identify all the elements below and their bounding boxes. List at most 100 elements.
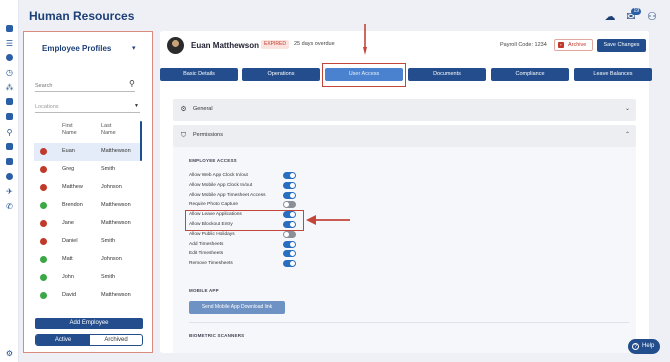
org-chart-icon[interactable]: ⁂ xyxy=(5,83,14,92)
plane-icon[interactable]: ✈ xyxy=(5,187,14,196)
permission-row: Add Timesheets xyxy=(189,240,299,250)
status-dot xyxy=(40,202,47,209)
permission-label: Allow Web App Clock In/out xyxy=(189,173,248,178)
cloud-icon[interactable]: ☁ xyxy=(604,11,616,23)
permission-label: Allow Mobile App Clock In/out xyxy=(189,182,253,188)
employee-access-heading: EMPLOYEE ACCESS xyxy=(189,158,237,163)
employee-row[interactable]: David Matthewson xyxy=(34,287,142,305)
calendar-icon[interactable] xyxy=(6,113,13,120)
dollar-icon[interactable] xyxy=(6,173,13,180)
toggle-archived[interactable]: Archived xyxy=(90,335,142,345)
header-actions: ☁ ✉ 19 ⚇ xyxy=(604,7,658,24)
permission-toggle[interactable] xyxy=(283,260,296,268)
tab-leave-balances[interactable]: Leave Balances xyxy=(574,68,652,81)
gear-icon[interactable]: ⚙ xyxy=(5,349,14,358)
employee-row[interactable]: Euan Matthewson xyxy=(34,143,142,161)
user-menu-icon[interactable]: ⚇ xyxy=(646,11,658,23)
people-icon[interactable] xyxy=(6,54,13,61)
document-icon[interactable] xyxy=(6,98,13,105)
employee-first-name: Daniel xyxy=(62,238,78,244)
archive-icon: ▪ xyxy=(558,42,564,48)
employee-row[interactable]: Daniel Smith xyxy=(34,233,142,251)
employee-first-name: Matt xyxy=(62,256,73,262)
section-general[interactable]: ⚙ General ⌄ xyxy=(173,99,636,121)
scrollbar[interactable] xyxy=(140,121,142,161)
permission-label: Allow Public Holidays xyxy=(189,231,235,237)
toggle-active[interactable]: Active xyxy=(36,335,90,345)
location-pin-icon[interactable]: ⚲ xyxy=(5,128,14,137)
chevron-down-icon[interactable]: ▾ xyxy=(132,44,136,52)
search-icon[interactable]: ⚲ xyxy=(129,79,135,88)
employee-panel-title[interactable]: Employee Profiles xyxy=(42,44,111,53)
notification-badge: 19 xyxy=(631,7,641,15)
permission-row: Remove Timesheets xyxy=(189,260,299,269)
mail-icon[interactable]: ✉ 19 xyxy=(625,7,641,23)
employee-row[interactable]: Brendon Matthewson xyxy=(34,197,142,215)
permission-toggle[interactable] xyxy=(283,172,296,179)
employee-row[interactable]: Matt Johnson xyxy=(34,251,142,269)
send-mobile-link-button[interactable]: Send Mobile App Download link xyxy=(189,301,285,314)
column-header-last[interactable]: Last Name xyxy=(101,123,125,137)
active-archived-toggle: Active Archived xyxy=(35,334,143,346)
permission-toggle[interactable] xyxy=(283,250,296,258)
file-icon[interactable] xyxy=(6,158,13,165)
divider xyxy=(189,322,629,323)
chevron-up-icon: ⌃ xyxy=(624,132,630,138)
list-icon[interactable]: ☰ xyxy=(5,39,14,48)
tab-documents[interactable]: Documents xyxy=(408,68,486,81)
status-dot xyxy=(40,220,47,227)
dashboard-icon[interactable] xyxy=(6,25,13,32)
section-general-label: General xyxy=(193,106,213,112)
gear-icon: ⚙ xyxy=(180,106,187,113)
payroll-code: Payroll Code: 1234 xyxy=(500,42,547,48)
status-dot xyxy=(40,238,47,245)
phone-icon[interactable]: ✆ xyxy=(5,202,14,211)
add-employee-button[interactable]: Add Employee xyxy=(35,318,143,329)
permission-label: Edit Timesheets xyxy=(189,251,224,257)
folder-icon[interactable] xyxy=(6,143,13,150)
permission-toggle[interactable] xyxy=(283,240,296,248)
employee-row[interactable]: Matthew Johnson xyxy=(34,179,142,197)
employee-last-name: Smith xyxy=(101,238,116,244)
permission-toggle[interactable] xyxy=(283,201,296,209)
status-dot xyxy=(40,166,47,173)
permission-toggle[interactable] xyxy=(283,230,296,238)
status-badge: EXPIRED xyxy=(261,40,289,49)
archive-label: Archive xyxy=(568,42,587,48)
employee-panel: Employee Profiles ▾ ⚲ Locations ▼ First … xyxy=(23,31,153,353)
chevron-down-icon[interactable]: ▼ xyxy=(134,103,139,109)
permission-label: Add Timesheets xyxy=(189,241,224,247)
employee-last-name: Matthewson xyxy=(101,148,131,154)
clock-icon[interactable]: ◷ xyxy=(5,68,14,77)
overdue-text: 25 days overdue xyxy=(294,41,335,47)
tab-basic-details[interactable]: Basic Details xyxy=(160,68,238,81)
help-label: Help xyxy=(642,343,655,349)
permissions-body: EMPLOYEE ACCESS Allow Web App Clock In/o… xyxy=(173,147,636,353)
search-input[interactable] xyxy=(35,81,135,92)
employee-first-name: Matthew xyxy=(62,184,83,190)
employee-row[interactable]: John Smith xyxy=(34,269,142,287)
column-header-first[interactable]: First Name xyxy=(62,123,86,137)
employee-row[interactable]: Jane Matthewson xyxy=(34,215,142,233)
employee-first-name: Greg xyxy=(62,166,75,172)
status-dot xyxy=(40,256,47,263)
archive-button[interactable]: ▪ Archive xyxy=(554,39,593,51)
permission-row: Allow Mobile App Clock In/out xyxy=(189,181,299,191)
permission-row: Allow Web App Clock In/out xyxy=(189,172,299,181)
status-dot xyxy=(40,292,47,299)
employee-first-name: Euan xyxy=(62,148,75,154)
employee-last-name: Smith xyxy=(101,166,116,172)
permission-label: Require Photo Capture xyxy=(189,202,239,208)
tab-operations[interactable]: Operations xyxy=(242,68,320,81)
locations-select[interactable]: Locations xyxy=(35,102,140,113)
section-permissions[interactable]: ⛉ Permissions ⌃ xyxy=(173,125,636,147)
status-dot xyxy=(40,274,47,281)
tab-compliance[interactable]: Compliance xyxy=(491,68,569,81)
permission-toggle[interactable] xyxy=(283,191,296,199)
permission-toggle[interactable] xyxy=(283,181,296,189)
employee-name: Euan Matthewson xyxy=(191,41,260,50)
employee-row[interactable]: Greg Smith xyxy=(34,161,142,179)
employee-last-name: Matthewson xyxy=(101,202,131,208)
help-button[interactable]: ? Help xyxy=(628,339,660,354)
save-changes-button[interactable]: Save Changes xyxy=(597,39,646,52)
